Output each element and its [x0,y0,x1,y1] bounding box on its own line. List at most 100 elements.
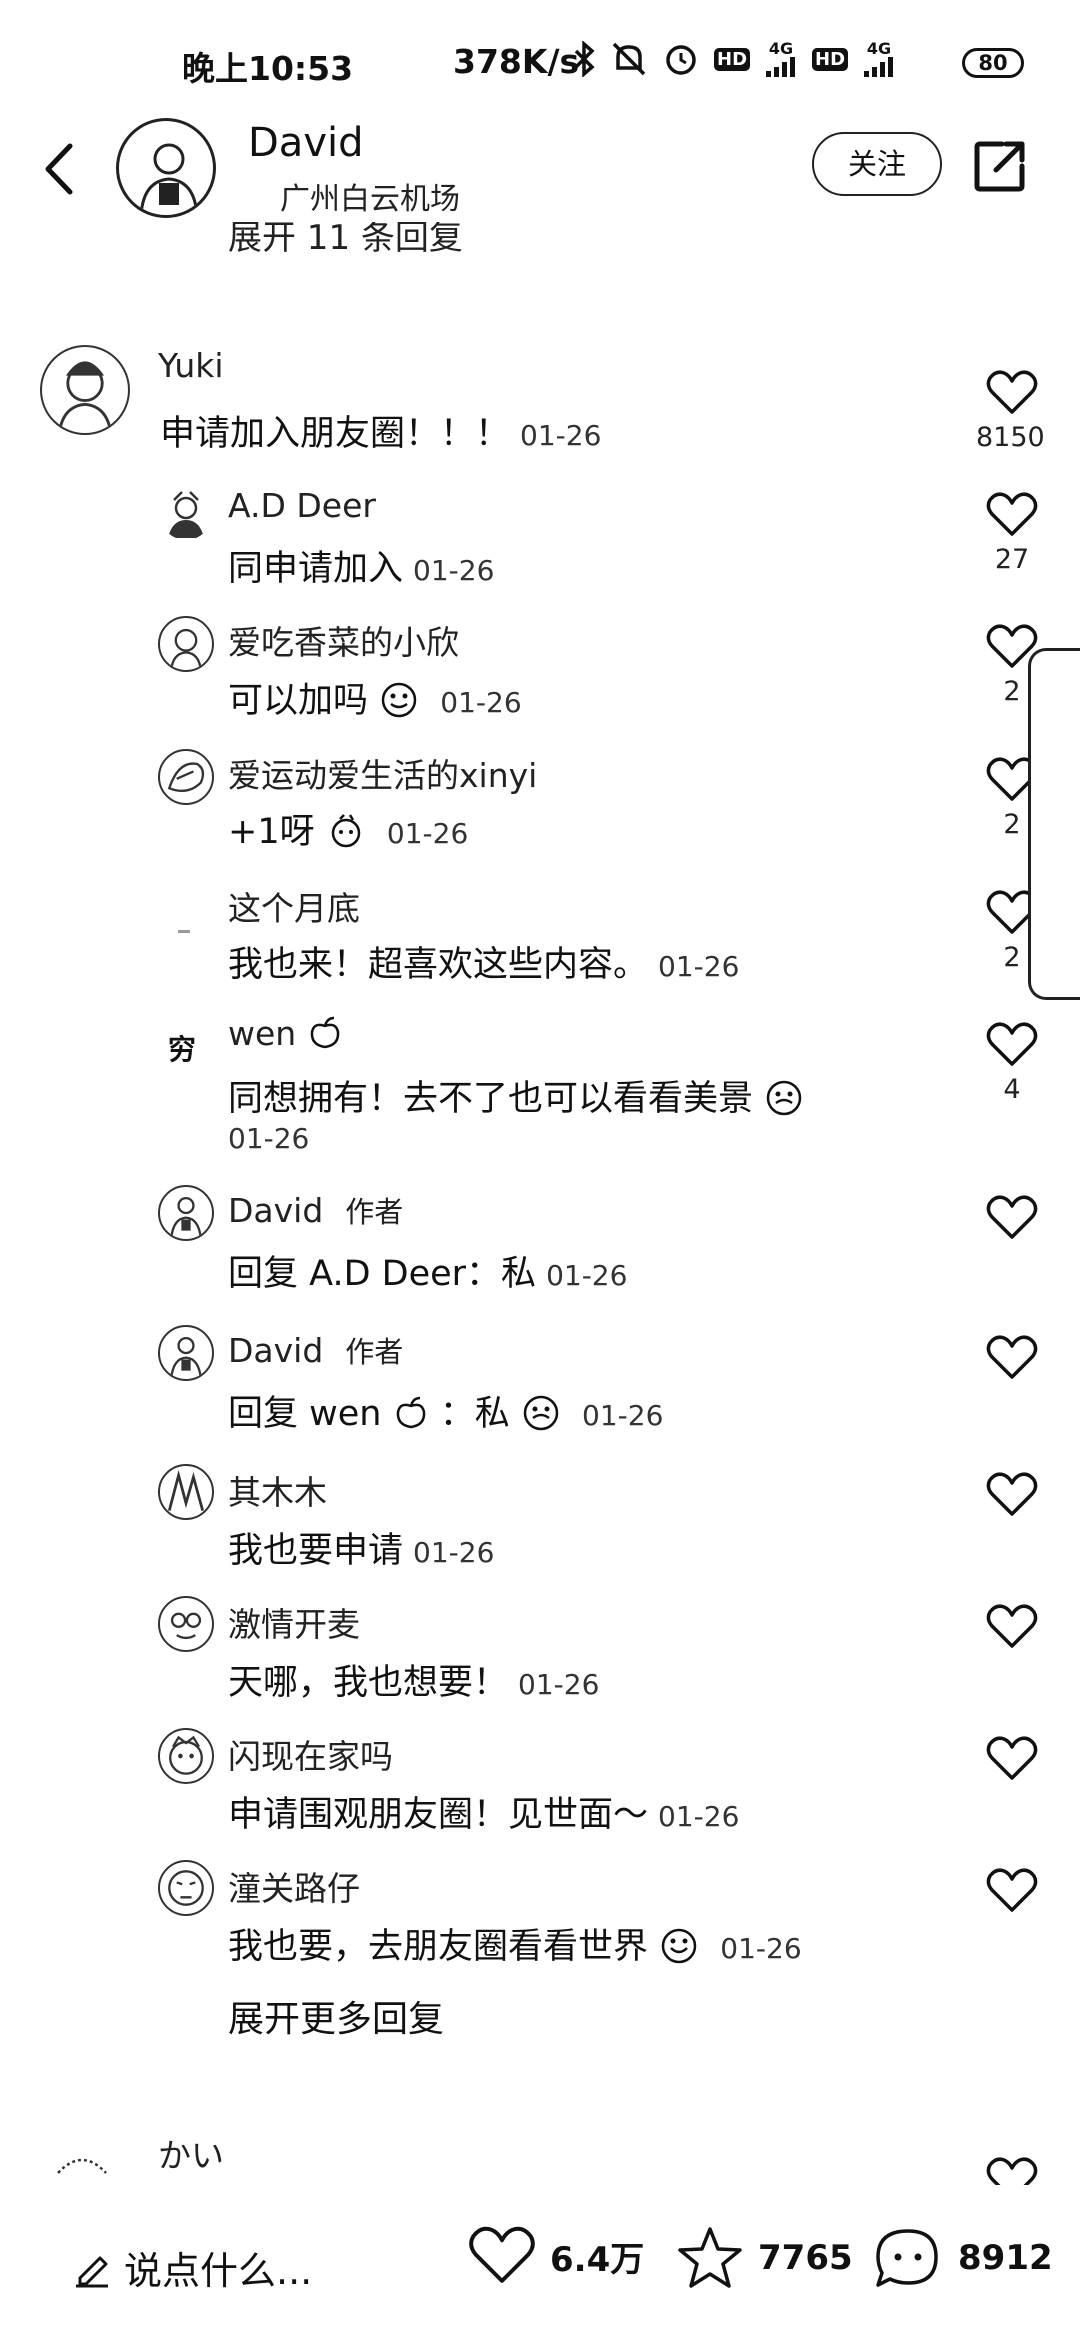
avatar[interactable] [158,1596,214,1652]
follow-button[interactable]: 关注 [812,132,942,196]
comment-username[interactable]: Yuki [158,346,224,385]
avatar[interactable] [158,1464,214,1520]
avatar[interactable] [158,1860,214,1916]
side-panel-edge[interactable] [1028,648,1080,1000]
expand-more-replies-button[interactable]: 展开更多回复 [228,1990,444,2042]
like-button[interactable] [982,1335,1042,1381]
comment-item: Yuki 申请加入朋友圈！！！ 01-26 8150 [0,340,1080,480]
reply-text: 同申请加入 01-26 [228,549,495,589]
emoji-sticker-icon [331,814,360,848]
author-avatar[interactable] [116,118,216,218]
battery-indicator: 80 [962,48,1024,78]
heart-icon [986,2157,1038,2185]
reply-username[interactable]: A.D Deer [228,486,376,525]
reply-username[interactable]: 爱吃香菜的小欣 [228,616,459,664]
status-bar: 晚上10:53 378K/s HD 4G HD 4G 80 [0,0,1080,125]
like-button[interactable] [982,1736,1042,1782]
like-button[interactable] [982,1868,1042,1914]
reply-username[interactable]: 激情开麦 [228,1598,360,1646]
like-button[interactable] [982,1472,1042,1518]
reply-item: David 作者 回复 wen ：私 01-26 [0,1325,1080,1465]
comment-username[interactable]: かい [158,2129,224,2177]
like-count: 8150 [976,422,1045,453]
avatar-text-badge[interactable]: 穷 [168,1028,196,1068]
app-screen: { "status_bar": { "time": "晚上10:53", "sp… [0,0,1080,2340]
status-icons: HD 4G HD 4G [572,40,896,78]
status-time: 晚上10:53 [182,49,354,88]
post-header: David 广州白云机场 关注 [0,110,1080,230]
comment-input-placeholder: 说点什么... [124,2249,313,2293]
avatar[interactable] [158,1728,214,1784]
like-button[interactable]: 8150 [976,370,1045,453]
pencil-icon [76,2256,108,2287]
like-button[interactable] [982,1604,1042,1650]
mute-bell-icon [612,42,646,76]
like-button[interactable]: 4 [982,1022,1042,1105]
heart-icon [986,1472,1038,1516]
reply-item: 激情开麦 天哪，我也想要！ 01-26 [0,1594,1080,1726]
reply-text: 我也来！超喜欢这些内容。 01-26 [228,945,740,985]
hd-badge-2: HD [812,47,849,71]
reply-text: +1呀 01-26 [228,812,469,852]
avatar[interactable] [158,1185,214,1241]
avatar[interactable] [40,345,130,435]
avatar[interactable] [158,749,214,805]
comment-post-button[interactable]: 8912 [872,2225,1053,2291]
avatar[interactable] [158,616,214,672]
emoji-sticker-icon [381,682,417,718]
favorite-post-button[interactable]: 7765 [676,2225,853,2291]
heart-icon [986,1736,1038,1780]
post-location[interactable]: 广州白云机场 [280,174,460,218]
reply-username[interactable]: David 作者 [228,1329,403,1371]
reply-username[interactable]: David 作者 [228,1189,403,1231]
comment-input[interactable]: 说点什么... [72,2240,312,2295]
avatar[interactable] [160,488,212,540]
peach-emoji-icon [396,1396,425,1429]
peach-emoji-icon [310,1016,339,1049]
reply-text: 天哪，我也想要！ 01-26 [228,1663,600,1703]
emoji-sticker-icon [523,1395,559,1431]
back-button[interactable] [30,134,90,204]
reply-username[interactable]: 其木木 [228,1466,327,1514]
reply-item: 闪现在家吗 申请围观朋友圈！见世面～ 01-26 [0,1726,1080,1858]
hd-badge: HD [714,47,751,71]
post-like-count: 6.4万 [550,2239,645,2280]
avatar[interactable] [52,2143,112,2185]
reply-username[interactable]: wen [228,1014,343,1053]
like-post-button[interactable]: 6.4万 [468,2225,644,2287]
like-count: 4 [1003,1074,1021,1105]
heart-icon [986,492,1038,536]
reply-username[interactable]: 爱运动爱生活的xinyi [228,749,537,797]
signal-icon-2: 4G [862,41,896,77]
like-button[interactable]: 27 [982,492,1042,575]
reply-item: 爱吃香菜的小欣 可以加吗 01-26 2 [0,612,1080,742]
reply-item: 其木木 我也要申请 01-26 [0,1462,1080,1594]
smile-emoji-icon [661,1928,697,1964]
share-button[interactable] [972,138,1028,194]
reply-text: 申请围观朋友圈！见世面～ 01-26 [228,1795,740,1835]
reply-username[interactable]: 闪现在家吗 [228,1730,393,1778]
alarm-icon [666,45,696,75]
heart-icon [986,1868,1038,1912]
reply-text: 回复 A.D Deer：私 01-26 [228,1254,628,1294]
reply-text: 可以加吗 01-26 [228,681,522,721]
heart-icon [469,2226,535,2283]
reply-text: 同想拥有！去不了也可以看看美景 [228,1070,804,1121]
reply-item: 爱运动爱生活的xinyi +1呀 01-26 2 [0,745,1080,875]
avatar[interactable] [158,1325,214,1381]
reply-item: 潼关路仔 我也要，去朋友圈看看世界 01-26 [0,1858,1080,1990]
like-button[interactable] [982,2157,1042,2185]
reply-time: 01-26 [228,1122,310,1155]
reply-username[interactable]: 这个月底 [228,882,360,930]
like-button[interactable] [982,1195,1042,1241]
reply-username[interactable]: 潼关路仔 [228,1862,360,1910]
heart-icon [986,1604,1038,1648]
heart-icon [986,1022,1038,1066]
network-speed: 378K/s [453,42,580,81]
reply-item: David 作者 回复 A.D Deer：私 01-26 [0,1185,1080,1325]
signal-icon: 4G [764,41,798,77]
heart-icon [986,1195,1038,1239]
comment-text: 申请加入朋友圈！！！ 01-26 [160,414,602,454]
avatar-placeholder [178,930,190,933]
author-name[interactable]: David [248,120,364,166]
